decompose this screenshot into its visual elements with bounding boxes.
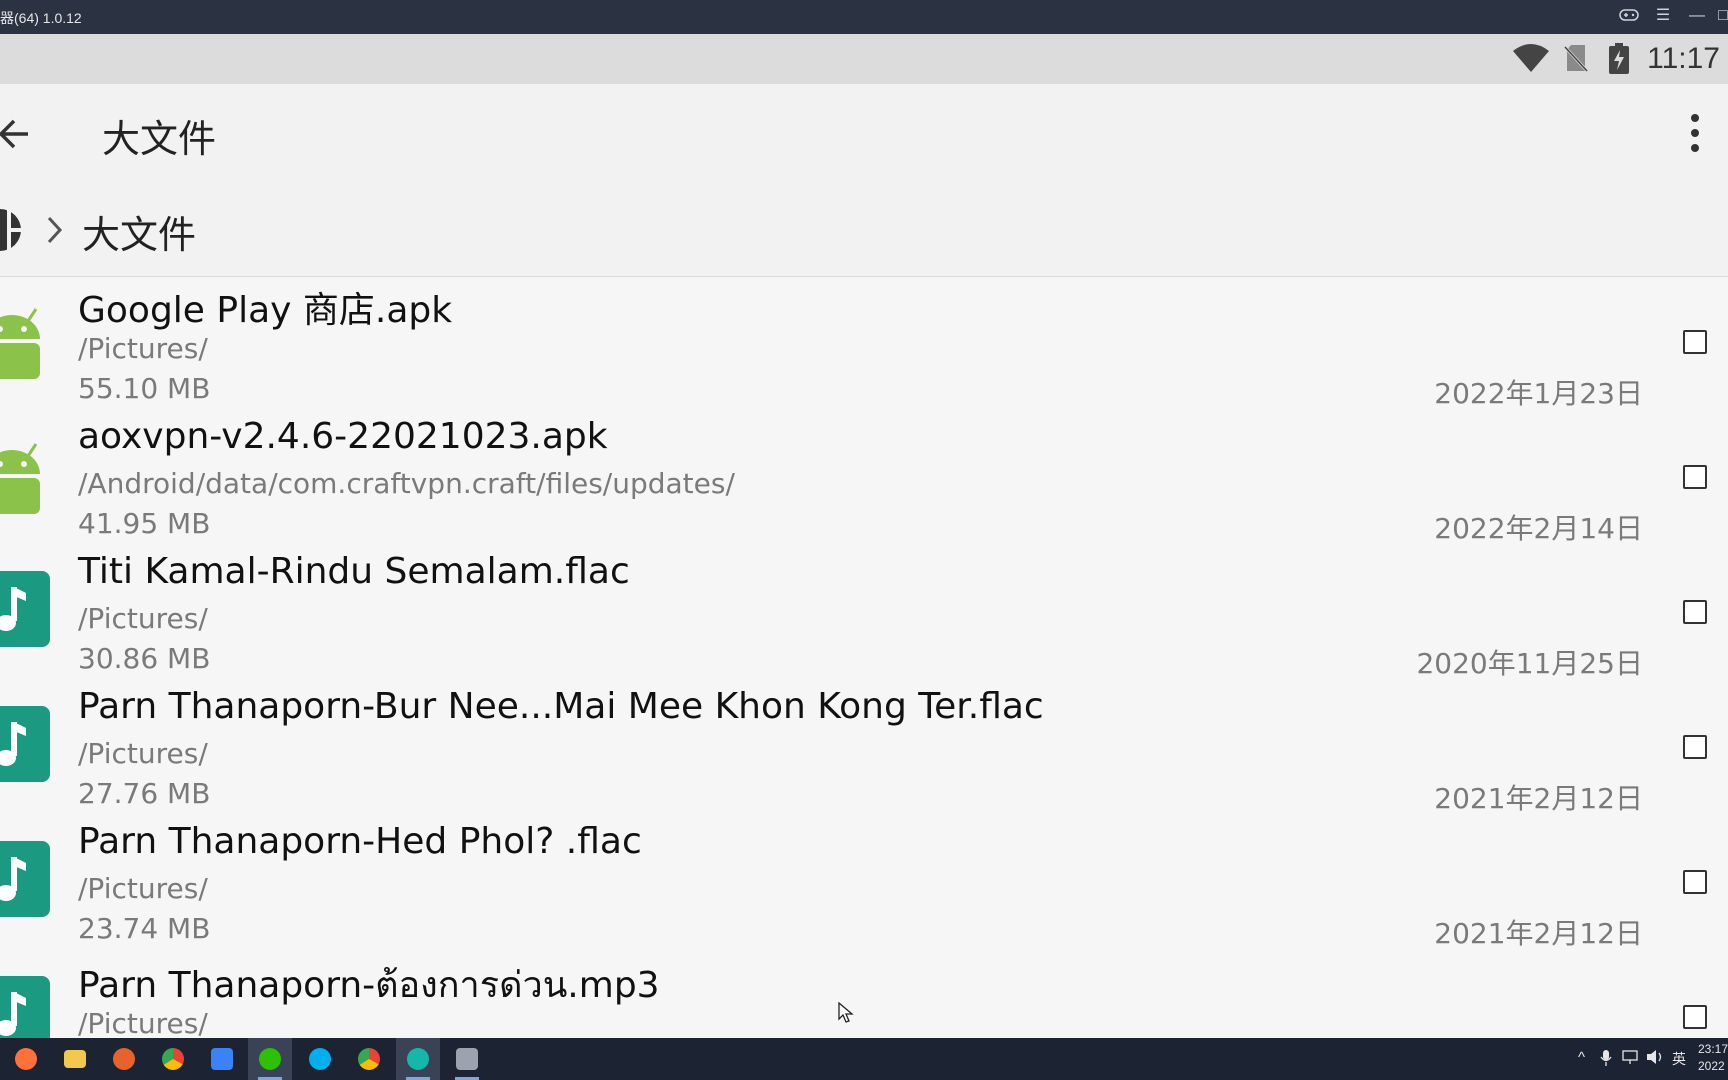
chrome-icon[interactable] — [347, 1038, 391, 1080]
file-row[interactable]: aoxvpn-v2.4.6-22021023.apk /Android/data… — [0, 412, 1728, 547]
microphone-icon[interactable] — [1600, 1049, 1612, 1071]
taskbar-clock[interactable]: 23:17 2022 — [1698, 1041, 1728, 1075]
clock-time: 23:17 — [1698, 1042, 1728, 1056]
browser-icon[interactable] — [102, 1038, 146, 1080]
chrome-icon[interactable] — [151, 1038, 195, 1080]
file-row[interactable]: Parn Thanaporn-ต้องการด่วน.mp3 /Pictures… — [0, 952, 1728, 1038]
status-bar: 11:17 — [0, 34, 1728, 84]
emulator-icon[interactable] — [396, 1038, 440, 1080]
file-path: /Pictures/ — [78, 602, 208, 635]
app-bar: 大文件 — [0, 84, 1728, 184]
breadcrumb: 大文件 — [0, 184, 1728, 277]
wifi-icon — [1512, 43, 1550, 77]
file-date: 2022年1月23日 — [1434, 377, 1643, 410]
file-date: 2021年2月12日 — [1434, 782, 1643, 815]
battery-charging-icon — [1608, 43, 1630, 79]
file-size: 55.10 MB — [78, 372, 211, 405]
file-name: Google Play 商店.apk — [78, 290, 453, 331]
more-vert-icon[interactable] — [1688, 112, 1702, 154]
music-note-icon — [0, 974, 52, 1038]
music-note-icon — [0, 569, 52, 649]
window-title: 器(64) 1.0.12 — [0, 10, 82, 26]
file-size: 30.86 MB — [78, 642, 211, 675]
file-path: /Pictures/ — [78, 1007, 208, 1038]
no-sim-icon — [1563, 43, 1589, 77]
input-method-indicator[interactable]: 英 — [1672, 1049, 1686, 1069]
file-row[interactable]: Parn Thanaporn-Bur Nee...Mai Mee Khon Ko… — [0, 682, 1728, 817]
file-name: Parn Thanaporn-ต้องการด่วน.mp3 — [78, 965, 660, 1006]
file-path: /Pictures/ — [78, 872, 208, 905]
skype-icon[interactable] — [298, 1038, 342, 1080]
file-row[interactable]: Google Play 商店.apk /Pictures/ 55.10 MB 2… — [0, 277, 1728, 412]
file-size: 41.95 MB — [78, 507, 211, 540]
file-checkbox[interactable] — [1683, 1005, 1707, 1029]
file-date: 2021年2月12日 — [1434, 917, 1643, 950]
minimize-icon[interactable]: — — [1686, 7, 1708, 25]
emulator-title-bar: 器(64) 1.0.12 ☰ — □ — [0, 0, 1728, 34]
file-date: 2020年11月25日 — [1416, 647, 1643, 680]
file-date: 2022年2月14日 — [1434, 512, 1643, 545]
wechat-icon[interactable] — [248, 1038, 292, 1080]
file-size: 23.74 MB — [78, 912, 211, 945]
status-time: 11:17 — [1647, 42, 1720, 75]
notepad-icon[interactable] — [445, 1038, 489, 1080]
taskbar: ^ 英 23:17 2022 — [0, 1038, 1728, 1080]
music-note-icon — [0, 704, 52, 784]
file-name: Parn Thanaporn-Bur Nee...Mai Mee Khon Ko… — [78, 686, 1044, 727]
file-path: /Pictures/ — [78, 737, 208, 770]
file-row[interactable]: Titi Kamal-Rindu Semalam.flac /Pictures/… — [0, 547, 1728, 682]
file-row[interactable]: Parn Thanaporn-Hed Phol? .flac /Pictures… — [0, 817, 1728, 952]
file-name: aoxvpn-v2.4.6-22021023.apk — [78, 416, 608, 457]
gamepad-icon[interactable] — [1618, 7, 1640, 28]
back-arrow-icon[interactable] — [0, 114, 40, 154]
tray-expand-icon[interactable]: ^ — [1578, 1049, 1585, 1066]
file-name: Parn Thanaporn-Hed Phol? .flac — [78, 821, 642, 862]
storage-icon[interactable] — [0, 208, 31, 252]
mail-icon[interactable] — [200, 1038, 244, 1080]
file-checkbox[interactable] — [1683, 735, 1707, 759]
file-path: /Pictures/ — [78, 332, 208, 365]
android-apk-icon — [0, 299, 52, 379]
file-size: 27.76 MB — [78, 777, 211, 810]
clock-date: 2022 — [1698, 1059, 1725, 1073]
file-checkbox[interactable] — [1683, 870, 1707, 894]
file-checkbox[interactable] — [1683, 600, 1707, 624]
android-apk-icon — [0, 434, 52, 514]
file-explorer-icon[interactable] — [53, 1038, 97, 1080]
menu-icon[interactable]: ☰ — [1652, 7, 1674, 25]
mouse-cursor-icon — [838, 1001, 854, 1028]
file-checkbox[interactable] — [1683, 330, 1707, 354]
restore-icon[interactable]: □ — [1718, 7, 1728, 25]
volume-icon[interactable] — [1646, 1049, 1664, 1069]
file-name: Titi Kamal-Rindu Semalam.flac — [78, 551, 630, 592]
file-checkbox[interactable] — [1683, 465, 1707, 489]
music-note-icon — [0, 839, 52, 919]
chevron-right-icon — [44, 214, 64, 246]
file-path: /Android/data/com.craftvpn.craft/files/u… — [78, 467, 735, 500]
firefox-icon[interactable] — [4, 1038, 48, 1080]
breadcrumb-current[interactable]: 大文件 — [82, 204, 196, 259]
android-screen: 11:17 大文件 大文件 Google Play 商店.apk /Pictur… — [0, 34, 1728, 1038]
file-list: Google Play 商店.apk /Pictures/ 55.10 MB 2… — [0, 277, 1728, 1038]
page-title: 大文件 — [102, 117, 217, 161]
network-icon[interactable] — [1622, 1049, 1638, 1069]
